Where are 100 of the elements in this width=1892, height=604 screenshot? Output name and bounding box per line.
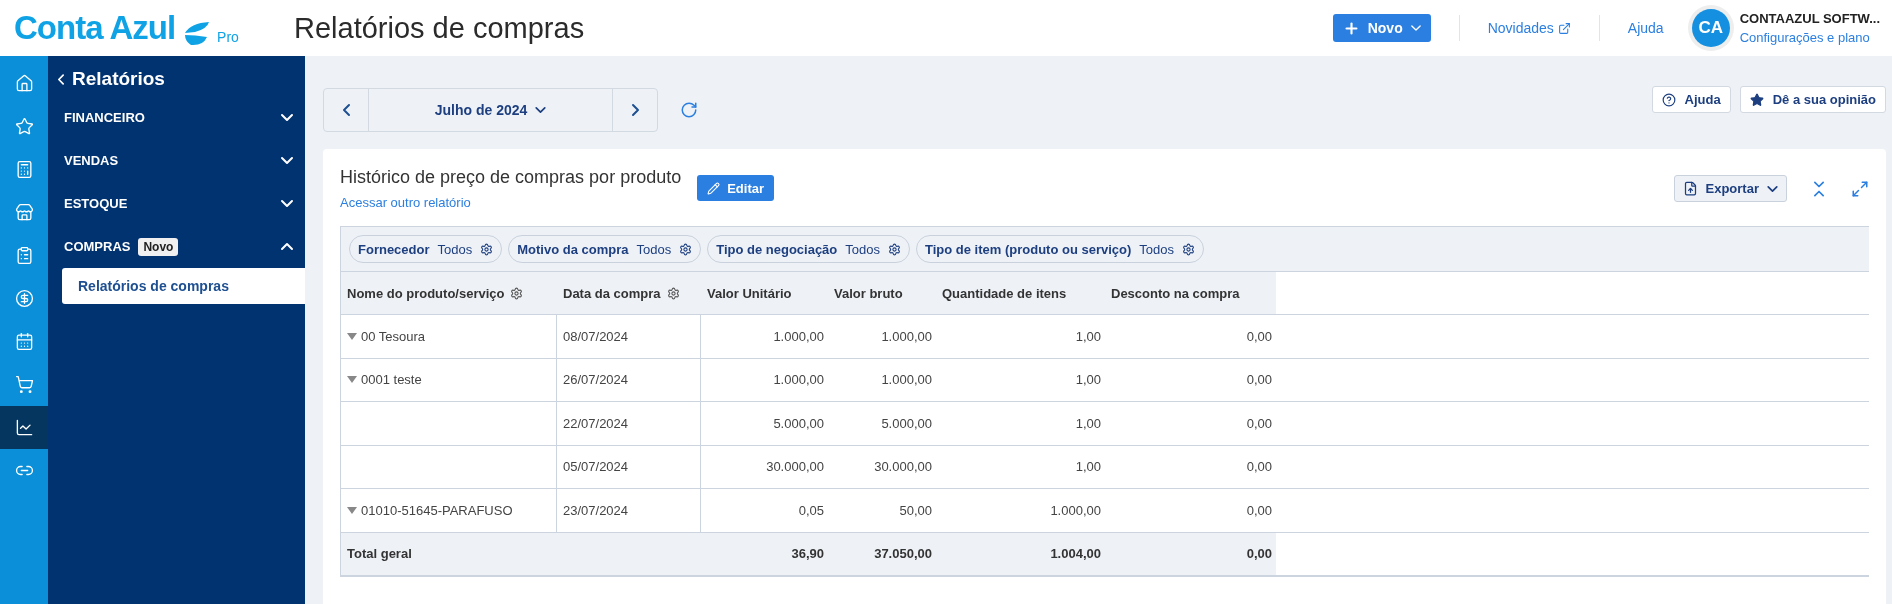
- chevron-down-icon: [281, 200, 293, 207]
- table-cell-text: 1.000,00: [880, 327, 933, 346]
- expand-icon[interactable]: [347, 506, 357, 514]
- table-cell: 08/07/2024: [557, 315, 701, 358]
- table-cell-text: 1,00: [1074, 371, 1102, 390]
- export-button[interactable]: Exportar: [1673, 175, 1787, 202]
- table-cell-text: 1.000,00: [1049, 501, 1102, 520]
- total-cell: 0,00: [1105, 532, 1276, 575]
- dollar-icon: [14, 289, 34, 308]
- column-header[interactable]: Data da compra: [557, 272, 701, 314]
- table-cell: 0001 teste: [341, 358, 557, 401]
- settings-link[interactable]: Configurações e plano: [1739, 30, 1880, 45]
- expand-icon[interactable]: [347, 376, 357, 384]
- table-cell-text: 5.000,00: [772, 414, 825, 433]
- back-button[interactable]: Relatórios: [48, 68, 179, 90]
- report-title: Histórico de preço de compras por produto: [340, 167, 682, 188]
- filter-chip[interactable]: Motivo da compra Todos: [508, 235, 702, 263]
- table-cell-text: 1,00: [1074, 327, 1102, 346]
- chevron-down-icon: [535, 107, 547, 113]
- table-cell-text: 1,00: [1074, 414, 1102, 433]
- star-icon: [14, 117, 34, 136]
- store-icon: [14, 203, 34, 222]
- filter-chip[interactable]: Tipo de negociação Todos: [707, 235, 910, 263]
- filter-chip[interactable]: Tipo de item (produto ou serviço) Todos: [916, 235, 1205, 263]
- table-cell-text: 0,00: [1245, 501, 1273, 520]
- home-icon: [14, 74, 34, 93]
- chevron-down-icon: [1767, 185, 1778, 192]
- menu-section[interactable]: COMPRAS Novo: [48, 225, 305, 268]
- refresh-button[interactable]: [680, 101, 698, 119]
- table-cell-text: 0,00: [1245, 327, 1273, 346]
- chevron-down-icon: [281, 114, 293, 121]
- table-cell: 22/07/2024: [557, 402, 701, 445]
- total-cell: 1.004,00: [936, 532, 1105, 575]
- table-cell: 05/07/2024: [557, 445, 701, 488]
- toolbar-button[interactable]: Ajuda: [1651, 86, 1731, 113]
- table-cell-text: 30.000,00: [873, 458, 933, 477]
- calendar-icon: [14, 332, 34, 351]
- table-cell-text: 30.000,00: [765, 458, 825, 477]
- gear-icon: [888, 242, 901, 256]
- plus-icon: [1342, 19, 1360, 37]
- edit-button[interactable]: Editar: [697, 175, 775, 201]
- gear-icon: [1182, 242, 1196, 256]
- table-cell: 23/07/2024: [557, 489, 701, 532]
- table-cell-text: 0,00: [1245, 371, 1273, 390]
- plan-label: Pro: [217, 29, 239, 45]
- column-header[interactable]: Valor Unitário: [701, 272, 828, 314]
- settings-icon[interactable]: [510, 286, 524, 300]
- section-label: COMPRAS: [64, 239, 131, 254]
- total-cell: 37.050,00: [828, 532, 936, 575]
- table-cell-text: 1,00: [1074, 458, 1102, 477]
- table-cell-text: 50,00: [898, 501, 933, 520]
- logo: Conta Azul: [14, 9, 176, 47]
- total-label: Total geral: [341, 532, 701, 575]
- fullscreen-button[interactable]: [1851, 179, 1869, 198]
- chevron-down-icon: [281, 157, 293, 164]
- table-cell: 01010-51645-PARAFUSO: [341, 489, 557, 532]
- refresh-icon: [680, 101, 698, 119]
- header-link[interactable]: Novidades: [1487, 20, 1571, 36]
- filter-chip[interactable]: Fornecedor Todos: [349, 235, 503, 263]
- table-cell-text: 1.000,00: [772, 371, 825, 390]
- pencil-icon: [707, 181, 721, 195]
- cart-icon: [14, 375, 34, 394]
- header-link[interactable]: Ajuda: [1627, 20, 1664, 36]
- expand-icon[interactable]: [347, 332, 357, 340]
- menu-item[interactable]: Relatórios de compras: [62, 268, 305, 304]
- menu-section[interactable]: VENDAS: [48, 139, 305, 182]
- calculator-icon: [14, 160, 34, 179]
- chevron-up-icon: [281, 243, 293, 250]
- new-badge: Novo: [138, 237, 179, 256]
- chevron-down-icon: [1410, 25, 1421, 31]
- upload-icon: [1682, 181, 1698, 196]
- chevron-left-icon: [342, 104, 350, 116]
- chevron-right-icon: [631, 104, 639, 116]
- gear-icon: [480, 242, 494, 256]
- section-label: ESTOQUE: [64, 196, 128, 211]
- menu-section[interactable]: FINANCEIRO: [48, 96, 305, 139]
- table-cell: 00 Tesoura: [341, 315, 557, 358]
- menu-section[interactable]: ESTOQUE: [48, 182, 305, 225]
- toolbar-button[interactable]: Dê a sua opinião: [1739, 86, 1886, 113]
- table-cell-text: 0,05: [797, 501, 825, 520]
- column-header[interactable]: Nome do produto/serviço: [341, 272, 557, 314]
- section-label: FINANCEIRO: [64, 110, 145, 125]
- table-cell-text: 5.000,00: [880, 414, 933, 433]
- table-cell: 26/07/2024: [557, 358, 701, 401]
- table-cell-text: 0,00: [1245, 414, 1273, 433]
- column-header[interactable]: Desconto na compra: [1105, 272, 1276, 314]
- column-header[interactable]: Valor bruto: [828, 272, 936, 314]
- sidebar-icon-button[interactable]: [0, 406, 48, 449]
- chevron-left-icon: [58, 73, 64, 85]
- clipboard-icon: [14, 246, 34, 265]
- total-cell: 36,90: [701, 532, 828, 575]
- company-name: CONTAAZUL SOFTW...: [1739, 11, 1880, 26]
- help-icon: [1661, 92, 1676, 107]
- settings-icon[interactable]: [666, 286, 680, 300]
- table-cell-text: 0,00: [1245, 458, 1273, 477]
- new-button[interactable]: Novo: [1332, 14, 1431, 42]
- external-link-icon: [1557, 21, 1571, 35]
- other-report-link[interactable]: Acessar outro relatório: [340, 195, 682, 210]
- column-header[interactable]: Quantidade de itens: [936, 272, 1105, 314]
- star-icon: [1749, 92, 1764, 107]
